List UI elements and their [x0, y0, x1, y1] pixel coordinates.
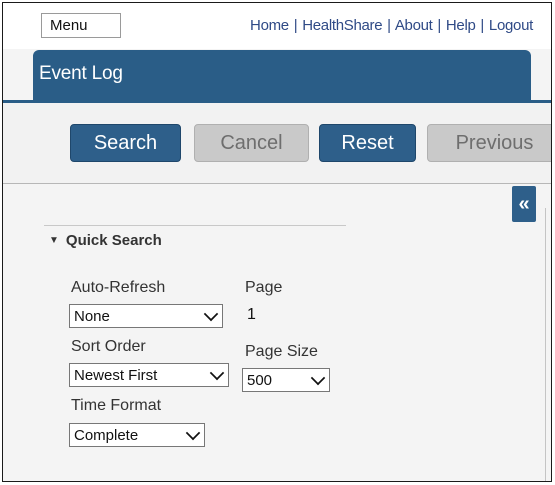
- caret-down-icon: ▼: [49, 235, 59, 246]
- top-nav-links: Home | HealthShare | About | Help | Logo…: [250, 17, 533, 34]
- menu-button[interactable]: Menu: [41, 13, 121, 38]
- quick-search-divider: [44, 225, 346, 226]
- nav-separator: |: [387, 17, 391, 34]
- nav-link-healthshare[interactable]: HealthShare: [302, 17, 382, 34]
- nav-link-logout[interactable]: Logout: [489, 17, 533, 34]
- chevron-down-icon: [310, 370, 326, 386]
- quick-search-title: Quick Search: [65, 232, 162, 249]
- time-format-value: Complete: [74, 426, 139, 444]
- panel-divider: [545, 208, 546, 481]
- page-size-label: Page Size: [245, 343, 318, 360]
- auto-refresh-select[interactable]: None: [69, 304, 223, 328]
- app-frame: Menu Home | HealthShare | About | Help |…: [2, 2, 552, 482]
- sort-order-value: Newest First: [74, 366, 158, 384]
- time-format-label: Time Format: [71, 397, 162, 414]
- page-size-value: 500: [247, 371, 273, 389]
- nav-separator: |: [293, 17, 298, 34]
- top-bar: Menu Home | HealthShare | About | Help |…: [3, 3, 551, 49]
- action-toolbar: Search Cancel Reset Previous: [3, 103, 551, 184]
- chevron-down-icon: [185, 425, 201, 441]
- time-format-select[interactable]: Complete: [69, 423, 205, 447]
- auto-refresh-value: None: [74, 307, 110, 325]
- search-button[interactable]: Search: [70, 124, 181, 162]
- previous-button[interactable]: Previous: [427, 124, 551, 162]
- page-number: 1: [247, 306, 256, 323]
- collapse-panel-button[interactable]: «: [512, 186, 536, 222]
- nav-separator: |: [437, 17, 442, 34]
- nav-separator: |: [480, 17, 485, 34]
- sort-order-label: Sort Order: [71, 338, 146, 355]
- sort-order-select[interactable]: Newest First: [69, 363, 229, 387]
- chevron-down-icon: [209, 365, 225, 381]
- nav-link-home[interactable]: Home: [250, 17, 289, 34]
- page-title: Event Log: [33, 50, 531, 100]
- cancel-button[interactable]: Cancel: [194, 124, 309, 162]
- page-label: Page: [245, 279, 283, 296]
- nav-link-help[interactable]: Help: [446, 17, 476, 34]
- quick-search-header[interactable]: ▼ Quick Search: [49, 232, 162, 249]
- reset-button[interactable]: Reset: [319, 124, 416, 162]
- nav-link-about[interactable]: About: [395, 17, 433, 34]
- auto-refresh-label: Auto-Refresh: [71, 279, 166, 296]
- bottom-divider: [3, 481, 551, 482]
- page-size-select[interactable]: 500: [242, 368, 330, 392]
- chevron-down-icon: [203, 306, 219, 322]
